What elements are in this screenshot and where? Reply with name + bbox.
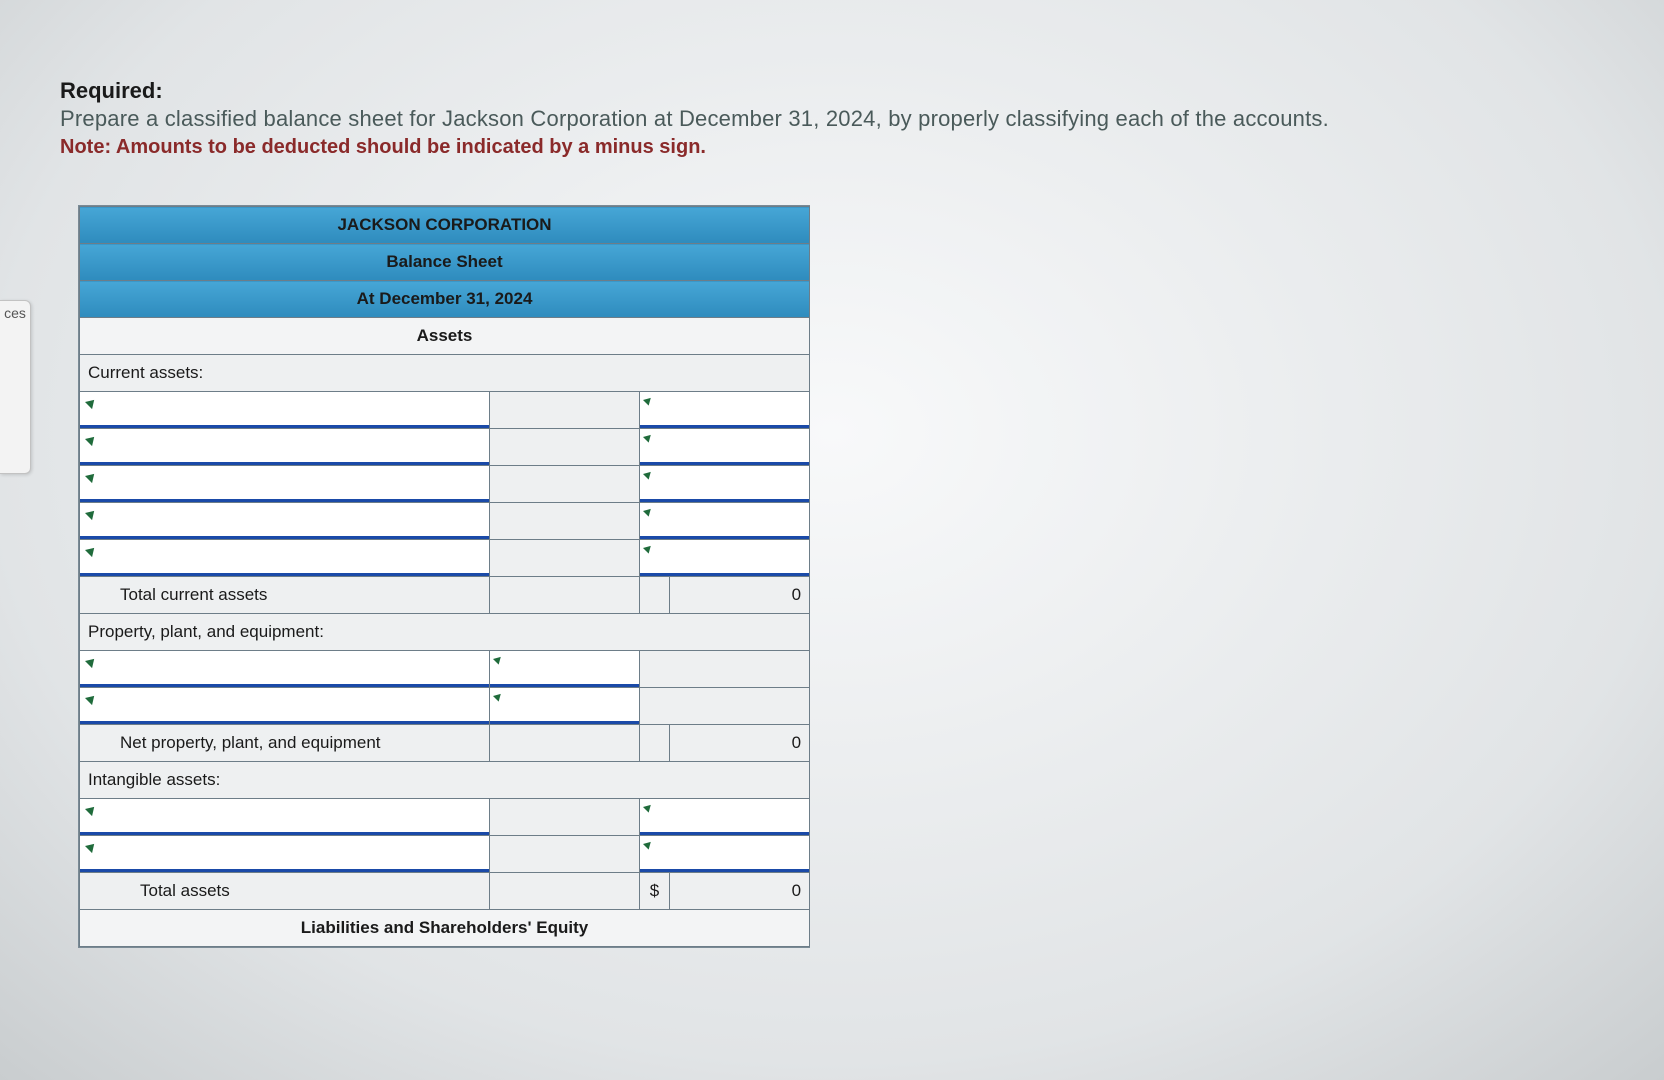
header-title-row: Balance Sheet xyxy=(80,244,810,281)
balance-sheet: JACKSON CORPORATION Balance Sheet At Dec… xyxy=(78,205,810,948)
required-label: Required: xyxy=(60,78,1644,104)
label-current-assets: Current assets: xyxy=(80,355,810,392)
int-2-amt1 xyxy=(490,836,640,873)
ppe-2-amt1[interactable] xyxy=(490,688,640,725)
ca-4-account-select[interactable] xyxy=(80,503,490,540)
row-ca-4 xyxy=(80,503,810,540)
ta-dollar: $ xyxy=(640,873,670,910)
row-ppe-1 xyxy=(80,651,810,688)
section-liab: Liabilities and Shareholders' Equity xyxy=(80,910,810,947)
row-ca-2 xyxy=(80,429,810,466)
row-total-current-assets: Total current assets 0 xyxy=(80,577,810,614)
ca-2-amt2[interactable] xyxy=(640,429,810,466)
ppe-1-amt2 xyxy=(640,651,810,688)
row-ppe-2 xyxy=(80,688,810,725)
ca-1-account-select[interactable] xyxy=(80,392,490,429)
ppe-1-account-select[interactable] xyxy=(80,651,490,688)
label-net-ppe: Net property, plant, and equipment xyxy=(80,725,490,762)
section-liab-row: Liabilities and Shareholders' Equity xyxy=(80,910,810,947)
int-1-amt2[interactable] xyxy=(640,799,810,836)
label-total-assets: Total assets xyxy=(80,873,490,910)
label-ppe: Property, plant, and equipment: xyxy=(80,614,810,651)
header-company-row: JACKSON CORPORATION xyxy=(80,207,810,244)
row-ca-3 xyxy=(80,466,810,503)
ca-2-amt1 xyxy=(490,429,640,466)
ca-4-amt1 xyxy=(490,503,640,540)
ca-5-account-select[interactable] xyxy=(80,540,490,577)
row-ca-1 xyxy=(80,392,810,429)
tca-amt1 xyxy=(490,577,640,614)
ppe-2-account-select[interactable] xyxy=(80,688,490,725)
row-total-assets: Total assets $ 0 xyxy=(80,873,810,910)
row-int-1 xyxy=(80,799,810,836)
header-date-row: At December 31, 2024 xyxy=(80,281,810,318)
header-date: At December 31, 2024 xyxy=(80,281,810,318)
tca-dollar xyxy=(640,577,670,614)
ca-1-amt1 xyxy=(490,392,640,429)
section-assets: Assets xyxy=(80,318,810,355)
ca-3-amt1 xyxy=(490,466,640,503)
tca-value: 0 xyxy=(670,577,810,614)
int-2-account-select[interactable] xyxy=(80,836,490,873)
required-note: Note: Amounts to be deducted should be i… xyxy=(60,136,1644,159)
ca-4-amt2[interactable] xyxy=(640,503,810,540)
ta-amt1 xyxy=(490,873,640,910)
ca-3-amt2[interactable] xyxy=(640,466,810,503)
side-tab-fragment: ces xyxy=(0,300,31,474)
row-int-2 xyxy=(80,836,810,873)
ta-value: 0 xyxy=(670,873,810,910)
row-ca-5 xyxy=(80,540,810,577)
label-total-current-assets: Total current assets xyxy=(80,577,490,614)
int-1-amt1 xyxy=(490,799,640,836)
int-1-account-select[interactable] xyxy=(80,799,490,836)
section-assets-row: Assets xyxy=(80,318,810,355)
ca-2-account-select[interactable] xyxy=(80,429,490,466)
question-content: Required: Prepare a classified balance s… xyxy=(60,78,1644,948)
required-body: Prepare a classified balance sheet for J… xyxy=(60,106,1644,132)
row-current-assets-label: Current assets: xyxy=(80,355,810,392)
header-title: Balance Sheet xyxy=(80,244,810,281)
row-net-ppe: Net property, plant, and equipment 0 xyxy=(80,725,810,762)
ppe-1-amt1[interactable] xyxy=(490,651,640,688)
header-company: JACKSON CORPORATION xyxy=(80,207,810,244)
ca-5-amt1 xyxy=(490,540,640,577)
row-intangibles-label: Intangible assets: xyxy=(80,762,810,799)
ca-3-account-select[interactable] xyxy=(80,466,490,503)
label-intangibles: Intangible assets: xyxy=(80,762,810,799)
ca-5-amt2[interactable] xyxy=(640,540,810,577)
ca-1-amt2[interactable] xyxy=(640,392,810,429)
netppe-amt1 xyxy=(490,725,640,762)
int-2-amt2[interactable] xyxy=(640,836,810,873)
netppe-dollar xyxy=(640,725,670,762)
netppe-value: 0 xyxy=(670,725,810,762)
row-ppe-label: Property, plant, and equipment: xyxy=(80,614,810,651)
ppe-2-amt2 xyxy=(640,688,810,725)
